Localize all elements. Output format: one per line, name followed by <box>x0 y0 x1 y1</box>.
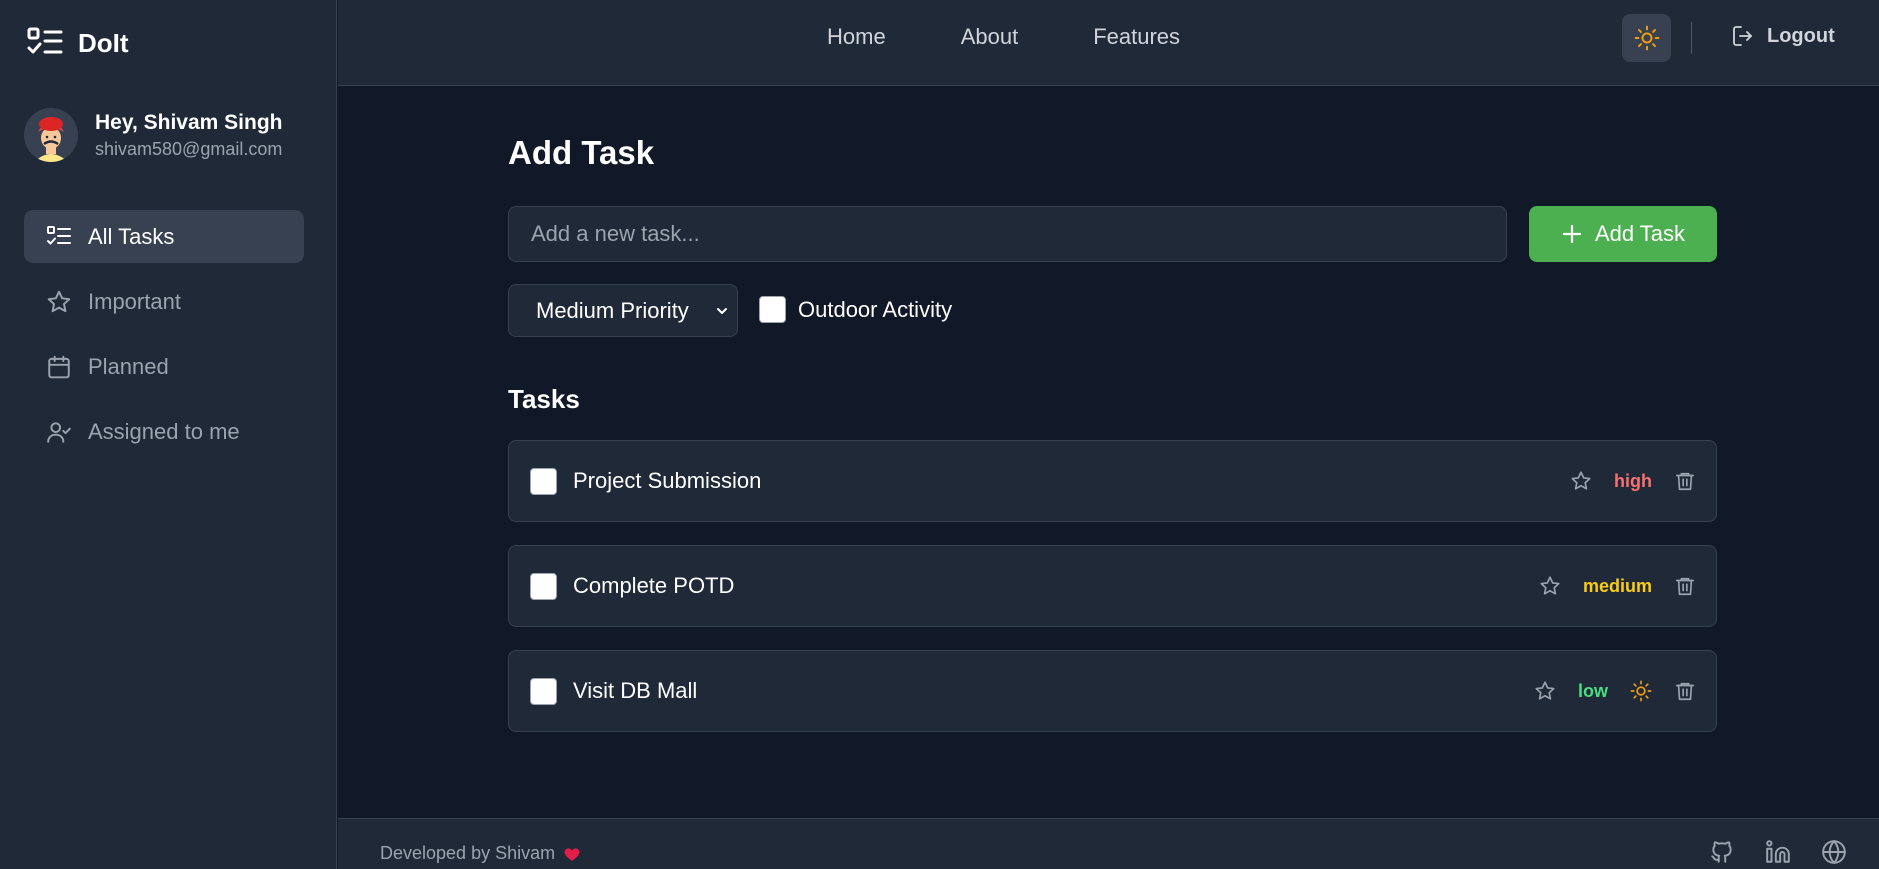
sidebar-item-label: All Tasks <box>88 223 175 249</box>
sidebar-item-important[interactable]: Important <box>24 275 304 328</box>
task-actions: high <box>1570 441 1696 521</box>
user-greeting: Hey, Shivam Singh <box>95 111 283 134</box>
sidebar-item-label: Assigned to me <box>88 418 240 444</box>
sidebar-item-planned[interactable]: Planned <box>24 340 304 393</box>
footer: Developed by Shivam <box>338 818 1879 869</box>
logout-icon <box>1733 26 1752 46</box>
task-title: Complete POTD <box>573 573 735 598</box>
task-list: Project Submission high Complete POTD me… <box>508 440 1717 755</box>
trash-icon[interactable] <box>1674 575 1696 597</box>
avatar <box>24 108 78 162</box>
app-name: DoIt <box>78 27 129 58</box>
task-title: Visit DB Mall <box>573 678 698 703</box>
footer-credit: Developed by Shivam <box>380 843 581 864</box>
logout-label: Logout <box>1767 24 1835 47</box>
priority-select[interactable]: Medium Priority <box>508 284 738 337</box>
add-task-button-label: Add Task <box>1594 221 1686 246</box>
task-complete-checkbox[interactable] <box>530 677 557 705</box>
user-email: shivam580@gmail.com <box>95 139 283 159</box>
task-actions: low <box>1534 651 1696 731</box>
calendar-icon <box>48 355 70 378</box>
sidebar: DoIt Hey, Shivam Singh shivam580@gmail.c… <box>0 0 337 869</box>
add-task-button[interactable]: Add Task <box>1529 206 1717 262</box>
heart-icon <box>564 847 580 861</box>
task-complete-checkbox[interactable] <box>530 572 557 600</box>
trash-icon[interactable] <box>1674 470 1696 492</box>
chevron-down-icon <box>717 308 727 314</box>
theme-toggle-button[interactable] <box>1622 14 1671 62</box>
sidebar-item-label: Important <box>88 288 181 314</box>
nav-link-about[interactable]: About <box>961 24 1019 50</box>
task-item: Visit DB Mall low <box>508 650 1717 732</box>
sidebar-item-assigned-to-me[interactable]: Assigned to me <box>24 405 304 458</box>
outdoor-sun-icon <box>1630 680 1652 702</box>
list-check-icon <box>27 27 63 54</box>
divider <box>1691 22 1692 54</box>
sidebar-nav: All Tasks Important Planned Assigned to … <box>24 210 304 470</box>
brand[interactable]: DoIt <box>26 26 129 60</box>
outdoor-activity-option[interactable]: Outdoor Activity <box>759 296 952 323</box>
nav-link-home[interactable]: Home <box>827 24 886 50</box>
plus-icon <box>1562 224 1582 244</box>
sidebar-item-all-tasks[interactable]: All Tasks <box>24 210 304 263</box>
star-icon <box>47 290 71 312</box>
outdoor-activity-label: Outdoor Activity <box>798 296 953 322</box>
footer-text: Developed by Shivam <box>380 843 556 863</box>
user-profile: Hey, Shivam Singh shivam580@gmail.com <box>24 108 283 162</box>
top-bar: Home About Features Logout <box>338 0 1879 86</box>
linkedin-icon[interactable] <box>1765 839 1791 865</box>
task-item: Complete POTD medium <box>508 545 1717 627</box>
task-actions: medium <box>1539 546 1696 626</box>
list-check-icon <box>47 225 71 244</box>
task-title: Project Submission <box>573 468 762 493</box>
priority-select-value: Medium Priority <box>536 297 689 323</box>
priority-badge: low <box>1578 680 1608 701</box>
task-complete-checkbox[interactable] <box>530 467 557 495</box>
trash-icon[interactable] <box>1674 680 1696 702</box>
star-icon[interactable] <box>1539 575 1561 597</box>
priority-badge: medium <box>1582 575 1652 596</box>
outdoor-activity-checkbox[interactable] <box>759 296 786 323</box>
github-icon[interactable] <box>1709 839 1735 865</box>
globe-icon[interactable] <box>1821 839 1847 865</box>
star-icon[interactable] <box>1570 470 1592 492</box>
new-task-input[interactable] <box>508 206 1507 262</box>
top-nav: Home About Features <box>827 24 1180 50</box>
logout-button[interactable]: Logout <box>1731 24 1835 48</box>
star-icon[interactable] <box>1534 680 1556 702</box>
footer-links <box>1709 839 1847 865</box>
sidebar-item-label: Planned <box>88 353 169 379</box>
nav-link-features[interactable]: Features <box>1093 24 1180 50</box>
sun-icon <box>1634 25 1659 51</box>
task-item: Project Submission high <box>508 440 1717 522</box>
user-check-icon <box>47 421 71 443</box>
tasks-heading: Tasks <box>508 384 580 414</box>
priority-badge: high <box>1614 470 1652 491</box>
page-title: Add Task <box>508 134 655 171</box>
